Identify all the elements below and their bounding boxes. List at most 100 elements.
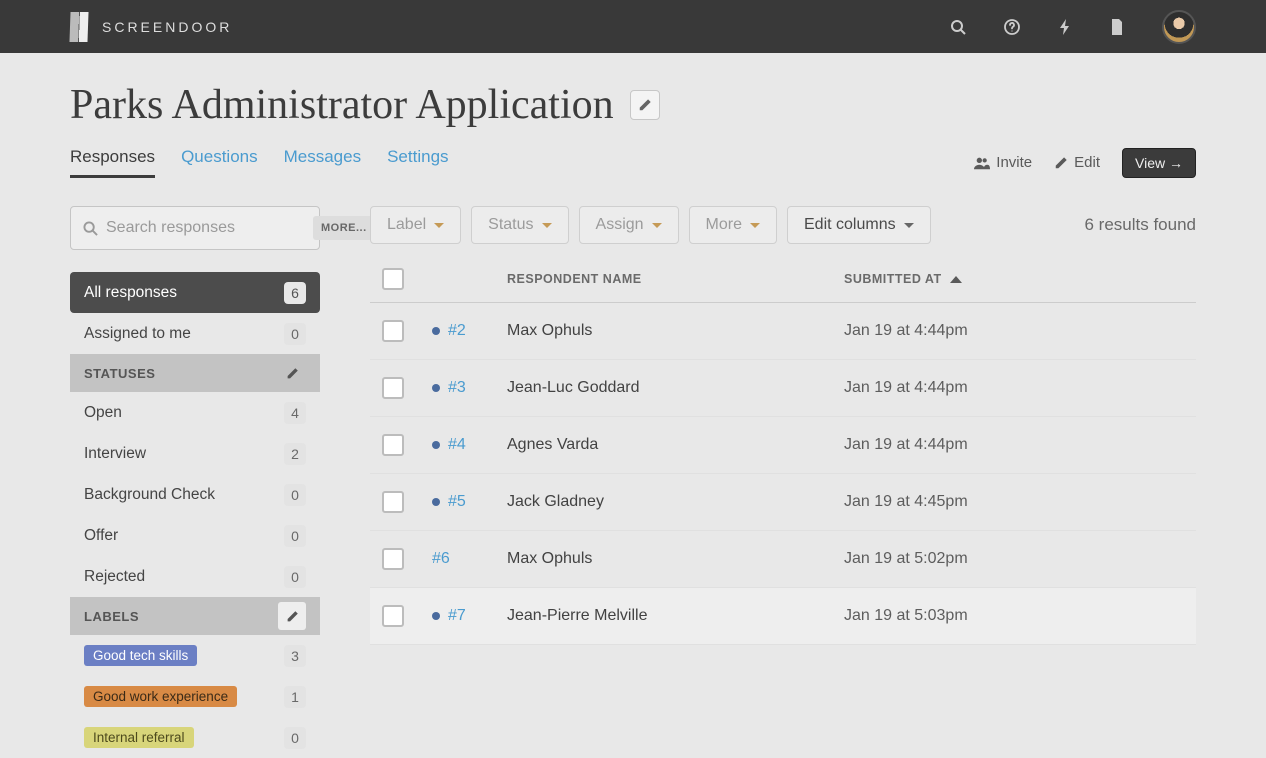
count-badge: 1 <box>284 686 306 708</box>
results-count: 6 results found <box>1084 215 1196 235</box>
count-badge: 0 <box>284 323 306 345</box>
filter-edit-columns[interactable]: Edit columns <box>787 206 931 244</box>
tab-questions[interactable]: Questions <box>181 147 258 178</box>
respondent-name: Max Ophuls <box>507 550 844 568</box>
sidebar-item-label: All responses <box>84 284 177 302</box>
filter-status[interactable]: Status <box>471 206 568 244</box>
edit-labels-button[interactable] <box>278 602 306 630</box>
filter-assign[interactable]: Assign <box>579 206 679 244</box>
content: Label Status Assign More Edit columns 6 resu… <box>370 206 1196 758</box>
row-checkbox[interactable] <box>382 605 404 627</box>
filter-bar: Label Status Assign More Edit columns <box>370 206 931 244</box>
topbar: SCREENDOOR <box>0 0 1266 53</box>
pencil-icon <box>1054 156 1068 170</box>
table-row[interactable]: #4 Agnes VardaJan 19 at 4:44pm <box>370 417 1196 474</box>
brand-logo-icon <box>69 12 88 42</box>
submitted-at: Jan 19 at 5:03pm <box>844 607 1184 625</box>
row-checkbox[interactable] <box>382 491 404 513</box>
chevron-down-icon <box>904 223 914 228</box>
search-input[interactable] <box>106 219 313 237</box>
response-id-link[interactable]: #6 <box>432 550 450 567</box>
col-submitted-at[interactable]: SUBMITTED AT <box>844 272 1184 286</box>
table-row[interactable]: #7 Jean-Pierre MelvilleJan 19 at 5:03pm <box>370 588 1196 645</box>
edit-title-button[interactable] <box>630 90 660 120</box>
unread-dot-icon <box>432 327 440 335</box>
avatar[interactable] <box>1162 10 1196 44</box>
col-respondent-name[interactable]: RESPONDENT NAME <box>507 272 844 286</box>
filter-label: Assign <box>596 216 644 234</box>
count-badge: 2 <box>284 443 306 465</box>
chevron-down-icon <box>542 223 552 228</box>
chevron-down-icon <box>652 223 662 228</box>
submitted-at: Jan 19 at 4:45pm <box>844 493 1184 511</box>
sidebar-label-internal-referral[interactable]: Internal referral0 <box>70 717 320 758</box>
table-row[interactable]: #3Jean-Luc GoddardJan 19 at 4:44pm <box>370 360 1196 417</box>
sidebar-status-interview[interactable]: Interview 2 <box>70 433 320 474</box>
tab-messages[interactable]: Messages <box>284 147 361 178</box>
sidebar-item-label: Assigned to me <box>84 325 191 343</box>
pencil-icon <box>286 367 299 380</box>
row-checkbox[interactable] <box>382 548 404 570</box>
edit-statuses-button[interactable] <box>278 359 306 387</box>
tab-settings[interactable]: Settings <box>387 147 448 178</box>
row-checkbox[interactable] <box>382 377 404 399</box>
select-all-checkbox[interactable] <box>382 268 404 290</box>
response-id-link[interactable]: #5 <box>448 493 466 510</box>
table-row[interactable]: #6Max OphulsJan 19 at 5:02pm <box>370 531 1196 588</box>
row-checkbox[interactable] <box>382 434 404 456</box>
tab-responses[interactable]: Responses <box>70 147 155 178</box>
count-badge: 6 <box>284 282 306 304</box>
people-icon <box>974 156 990 170</box>
sidebar-item-label: Interview <box>84 445 146 463</box>
response-id-link[interactable]: #2 <box>448 322 466 339</box>
submitted-at: Jan 19 at 4:44pm <box>844 379 1184 397</box>
invite-label: Invite <box>996 154 1032 171</box>
search-box[interactable]: MORE... <box>70 206 320 250</box>
labels-header: LABELS <box>70 597 320 635</box>
filter-more[interactable]: More <box>689 206 777 244</box>
search-more-button[interactable]: MORE... <box>313 216 375 240</box>
response-id-link[interactable]: #7 <box>448 607 466 624</box>
topbar-actions <box>950 10 1196 44</box>
document-icon[interactable] <box>1110 19 1124 35</box>
view-button[interactable]: View → <box>1122 148 1196 178</box>
invite-button[interactable]: Invite <box>974 154 1032 171</box>
brand[interactable]: SCREENDOOR <box>70 12 232 42</box>
respondent-name: Jack Gladney <box>507 493 844 511</box>
respondent-name: Max Ophuls <box>507 322 844 340</box>
sidebar-item-label: Offer <box>84 527 118 545</box>
sidebar-status-open[interactable]: Open4 <box>70 392 320 433</box>
sidebar: MORE... All responses 6 Assigned to me 0… <box>70 206 320 758</box>
edit-button[interactable]: Edit <box>1054 154 1100 171</box>
respondent-name: Agnes Varda <box>507 436 844 454</box>
brand-text: SCREENDOOR <box>102 19 232 35</box>
label-pill: Good tech skills <box>84 645 197 666</box>
chevron-down-icon <box>434 223 444 228</box>
search-icon[interactable] <box>950 19 966 35</box>
filter-label: Edit columns <box>804 216 896 234</box>
sidebar-status-offer[interactable]: Offer0 <box>70 515 320 556</box>
sidebar-item-label: Background Check <box>84 486 215 504</box>
response-id-link[interactable]: #3 <box>448 379 466 396</box>
sidebar-assigned-to-me[interactable]: Assigned to me 0 <box>70 313 320 354</box>
table-row[interactable]: #2Max OphulsJan 19 at 4:44pm <box>370 303 1196 360</box>
response-id-link[interactable]: #4 <box>448 436 466 453</box>
row-checkbox[interactable] <box>382 320 404 342</box>
chevron-down-icon <box>750 223 760 228</box>
filter-label[interactable]: Label <box>370 206 461 244</box>
pencil-icon <box>638 98 652 112</box>
unread-dot-icon <box>432 384 440 392</box>
pencil-icon <box>286 610 299 623</box>
sidebar-label-good-work-experience[interactable]: Good work experience1 <box>70 676 320 717</box>
sidebar-status-rejected[interactable]: Rejected0 <box>70 556 320 597</box>
count-badge: 4 <box>284 402 306 424</box>
search-icon <box>83 221 98 236</box>
sidebar-status-background-check[interactable]: Background Check0 <box>70 474 320 515</box>
sidebar-all-responses[interactable]: All responses 6 <box>70 272 320 313</box>
help-icon[interactable] <box>1004 19 1020 35</box>
respondent-name: Jean-Pierre Melville <box>507 607 844 625</box>
bolt-icon[interactable] <box>1058 19 1072 35</box>
table-row[interactable]: #5 Jack GladneyJan 19 at 4:45pm <box>370 474 1196 531</box>
submitted-at: Jan 19 at 4:44pm <box>844 436 1184 454</box>
sidebar-label-good-tech-skills[interactable]: Good tech skills3 <box>70 635 320 676</box>
